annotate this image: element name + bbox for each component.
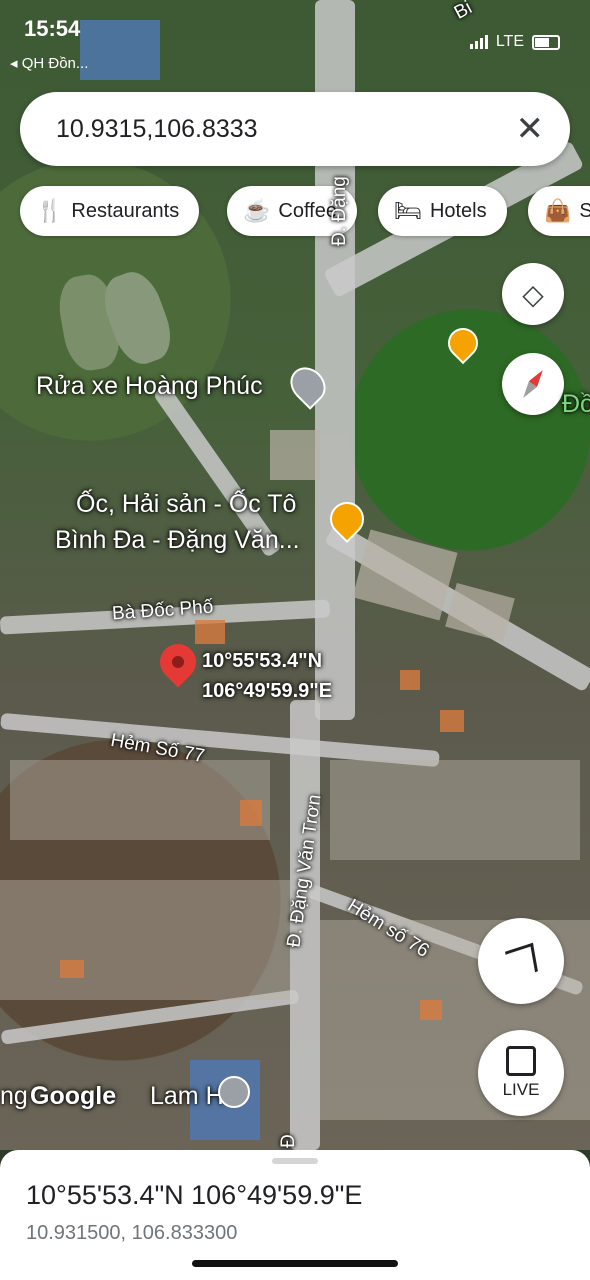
pin-coordinates: 10°55'53.4"N 106°49'59.9"E	[202, 646, 332, 706]
dropped-pin[interactable]	[152, 636, 204, 688]
layers-icon: ◇	[522, 278, 544, 310]
street-label-top-road: Đ. Đặng	[328, 176, 350, 246]
close-icon[interactable]: ✕	[516, 109, 545, 149]
building	[445, 583, 515, 642]
chip-label: S	[579, 199, 590, 222]
chip-shopping[interactable]: 👜 S	[528, 186, 590, 236]
pin-dot	[169, 653, 187, 671]
building	[10, 760, 270, 840]
battery-icon	[532, 34, 560, 50]
sheet-drag-handle[interactable]	[272, 1158, 318, 1164]
live-label: LIVE	[502, 1080, 540, 1099]
building	[270, 430, 320, 480]
coffee-cup-icon: ☕	[243, 198, 271, 223]
hem-77-road	[0, 712, 440, 768]
pin-lat: 10°55'53.4"N	[202, 650, 323, 672]
search-input[interactable]: 10.9315,106.8333	[56, 115, 516, 144]
coordinates-decimal: 10.931500, 106.833300	[26, 1222, 238, 1244]
building	[80, 20, 160, 80]
chip-label: Restaurants	[71, 199, 180, 222]
compass-button[interactable]	[502, 353, 564, 415]
network-type: LTE	[495, 33, 524, 50]
search-bar[interactable]: 10.9315,106.8333 ✕	[20, 92, 570, 166]
bed-icon: 🛏	[394, 198, 422, 223]
street-label-top-right: Bi	[450, 0, 476, 24]
live-view-button[interactable]: LIVE	[478, 1030, 564, 1116]
building	[330, 760, 580, 860]
chip-hotels[interactable]: 🛏 Hotels	[378, 186, 507, 236]
status-time: 15:54	[24, 16, 81, 41]
building	[0, 880, 290, 1000]
navigation-arrow-icon	[504, 942, 538, 980]
compass-icon	[519, 367, 547, 401]
shopping-bag-icon: 👜	[544, 198, 572, 223]
building	[440, 710, 464, 732]
school-icon[interactable]	[218, 1076, 250, 1108]
left-edge-label: ng	[0, 1082, 28, 1110]
place-label-restaurant-line1[interactable]: Ốc, Hải sản - Ốc Tô	[76, 490, 296, 519]
layers-button[interactable]: ◇	[502, 263, 564, 325]
chip-label: Hotels	[429, 199, 487, 222]
google-watermark: Google	[30, 1082, 117, 1110]
chip-restaurants[interactable]: 🍴 Restaurants	[20, 186, 200, 236]
building	[240, 800, 262, 826]
street-label-bottom: Đ	[277, 1134, 299, 1148]
my-location-button[interactable]	[478, 918, 564, 1004]
place-label-restaurant-line2[interactable]: Bình Đa - Đặng Văn...	[55, 526, 300, 555]
building	[60, 960, 84, 978]
home-indicator[interactable]	[192, 1260, 398, 1267]
live-view-icon	[506, 1046, 536, 1076]
restaurant-marker-icon[interactable]	[441, 321, 485, 365]
building	[400, 670, 420, 690]
place-label-right-edge: Đồ	[562, 390, 590, 418]
coordinates-title: 10°55'53.4"N 106°49'59.9"E	[26, 1180, 363, 1210]
place-label-car-wash[interactable]: Rửa xe Hoàng Phúc	[36, 372, 263, 401]
building	[195, 620, 225, 644]
signal-icon	[469, 35, 488, 49]
back-to-app-link[interactable]: ◂ QH Đồn...	[10, 54, 88, 72]
pin-lng: 106°49'59.9"E	[202, 680, 333, 702]
satellite-map[interactable]: 15:54 ◂ QH Đồn... LTE 10.9315,106.8333 ✕…	[0, 0, 590, 1150]
building	[420, 1000, 442, 1020]
building	[352, 529, 458, 621]
fork-knife-icon: 🍴	[36, 198, 64, 223]
status-indicators: LTE	[469, 33, 560, 51]
